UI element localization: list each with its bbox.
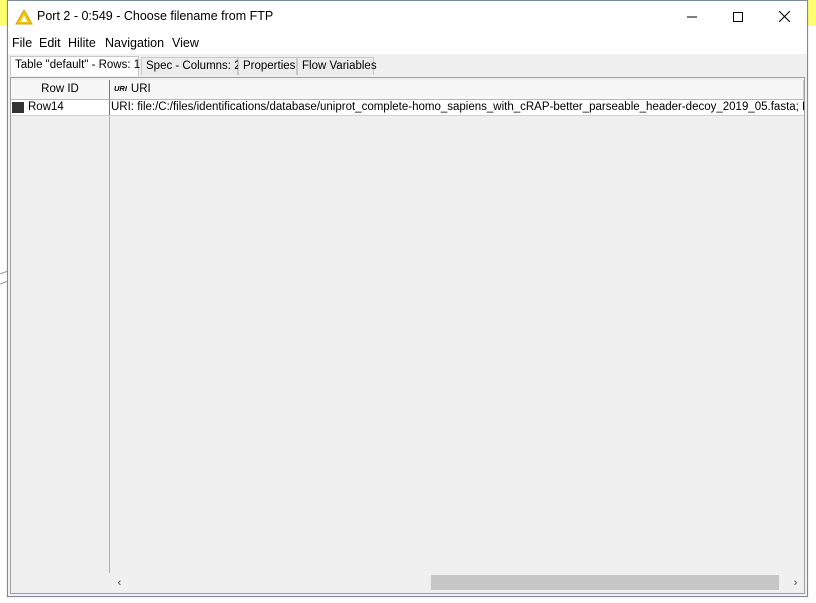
row-id-cell[interactable]: Row14	[25, 100, 110, 115]
uri-type-icon: URI	[114, 84, 127, 93]
window-title: Port 2 - 0:549 - Choose filename from FT…	[37, 9, 274, 23]
tab-properties[interactable]: Properties	[238, 57, 297, 75]
tab-flow-variables[interactable]: Flow Variables	[297, 57, 377, 75]
menu-bar: File Edit Hilite Navigation View	[8, 32, 807, 54]
port-view-window: Port 2 - 0:549 - Choose filename from FT…	[7, 0, 808, 597]
row-hilite-marker	[12, 102, 24, 113]
title-bar[interactable]: Port 2 - 0:549 - Choose filename from FT…	[8, 1, 807, 32]
maximize-button[interactable]	[715, 1, 761, 32]
scrollbar-thumb[interactable]	[431, 575, 779, 590]
scroll-left-icon[interactable]: ‹	[111, 574, 128, 591]
minimize-icon	[687, 16, 697, 17]
row-header-column	[11, 116, 110, 573]
menu-edit[interactable]: Edit	[39, 36, 61, 50]
column-header-uri-label: URI	[130, 83, 151, 95]
menu-view[interactable]: View	[172, 36, 199, 50]
minimize-button[interactable]	[669, 1, 715, 32]
tab-table-default[interactable]: Table "default" - Rows: 1	[10, 56, 140, 76]
maximize-icon	[733, 11, 743, 22]
close-icon	[778, 11, 790, 22]
tab-strip: Table "default" - Rows: 1 Spec - Columns…	[8, 56, 807, 76]
column-header-row-id[interactable]: Row ID	[11, 80, 110, 100]
table-view: Row ID URI URI Row14 URI: file:/C:/files/…	[10, 77, 805, 594]
column-header-uri[interactable]: URI URI	[110, 80, 804, 100]
menu-navigation[interactable]: Navigation	[105, 36, 164, 50]
table-row[interactable]: Row14 URI: file:/C:/files/identification…	[11, 100, 804, 116]
close-button[interactable]	[761, 1, 807, 32]
horizontal-scrollbar[interactable]: ‹ ›	[111, 574, 804, 591]
menu-file[interactable]: File	[12, 36, 32, 50]
warning-triangle-icon	[15, 9, 33, 25]
tab-spec[interactable]: Spec - Columns: 2	[141, 57, 241, 75]
scroll-right-icon[interactable]: ›	[787, 574, 804, 591]
uri-cell[interactable]: URI: file:/C:/files/identifications/data…	[110, 100, 804, 115]
menu-hilite[interactable]: Hilite	[68, 36, 96, 50]
